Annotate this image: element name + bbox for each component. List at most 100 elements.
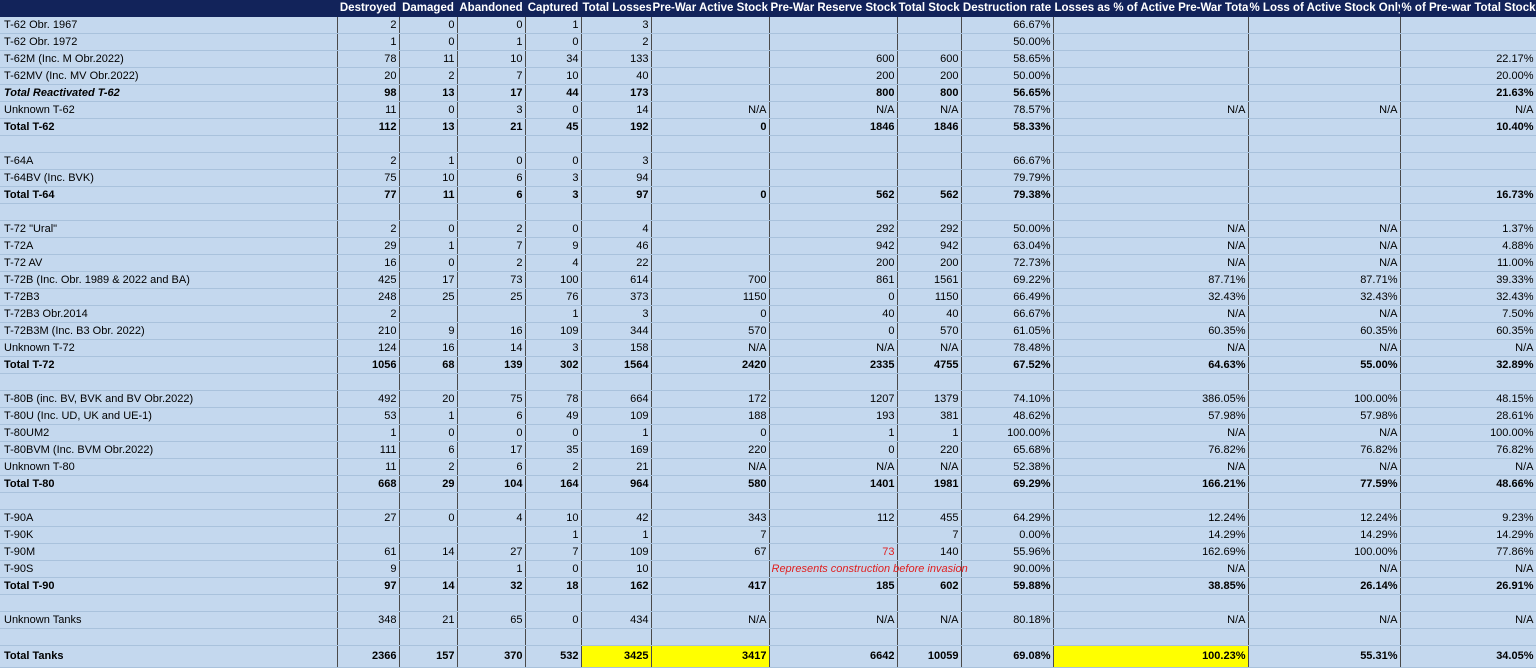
table-cell[interactable]: 4 [525,254,582,272]
table-cell[interactable]: 90.00% [961,560,1054,578]
table-cell[interactable]: N/A [769,339,898,357]
table-cell[interactable]: 386.05% [1053,390,1249,408]
table-cell[interactable]: 3 [525,169,582,187]
table-cell[interactable]: 1379 [897,390,962,408]
row-label-cell[interactable]: T-72 "Ural" [0,220,338,238]
table-cell[interactable] [651,169,770,187]
row-label-cell[interactable]: Unknown T-72 [0,339,338,357]
table-cell[interactable] [897,169,962,187]
table-cell[interactable]: 343 [651,509,770,527]
table-cell[interactable] [1053,373,1249,391]
row-label-cell[interactable]: T-90S [0,560,338,578]
row-label-cell[interactable]: T-90A [0,509,338,527]
row-label-cell[interactable] [0,628,338,646]
table-cell[interactable]: 7 [897,526,962,544]
table-cell[interactable]: 562 [897,186,962,204]
table-cell[interactable] [1400,594,1536,612]
table-cell[interactable] [897,492,962,510]
table-cell[interactable]: 0 [399,220,458,238]
table-cell[interactable]: 98 [337,84,400,102]
table-cell[interactable] [769,628,898,646]
table-cell[interactable]: 66.49% [961,288,1054,306]
table-cell[interactable]: 2 [337,220,400,238]
col-header-destruction-rate[interactable]: Destruction rate [961,0,1054,17]
table-cell[interactable]: 40 [581,67,652,85]
table-cell[interactable]: 27 [457,543,526,561]
table-cell[interactable] [457,305,526,323]
table-cell[interactable]: N/A [897,339,962,357]
table-cell[interactable] [961,492,1054,510]
table-cell[interactable]: 111 [337,441,400,459]
table-cell[interactable] [769,135,898,153]
table-cell[interactable]: 25 [457,288,526,306]
table-cell[interactable] [525,135,582,153]
table-cell[interactable]: 1564 [581,356,652,374]
table-cell[interactable]: 10 [525,509,582,527]
table-cell[interactable]: 158 [581,339,652,357]
table-cell[interactable]: 10 [525,67,582,85]
table-cell[interactable]: 964 [581,475,652,493]
table-cell[interactable] [897,594,962,612]
table-cell[interactable]: 75 [457,390,526,408]
table-cell[interactable] [961,135,1054,153]
table-cell[interactable]: N/A [651,339,770,357]
table-cell[interactable] [399,594,458,612]
table-cell[interactable]: 28.61% [1400,407,1536,425]
table-cell[interactable]: 42 [581,509,652,527]
table-cell[interactable]: 173 [581,84,652,102]
col-header-name[interactable] [0,0,338,17]
col-header-active-stock[interactable]: Pre-War Active Stock [651,0,770,17]
table-cell[interactable]: 97 [337,577,400,595]
table-cell[interactable]: 373 [581,288,652,306]
table-cell[interactable]: 2 [337,305,400,323]
table-cell[interactable]: 210 [337,322,400,340]
table-cell[interactable]: 13 [399,84,458,102]
table-cell[interactable]: 0 [399,254,458,272]
table-cell[interactable] [1053,33,1249,51]
table-cell[interactable] [457,628,526,646]
table-cell[interactable]: 193 [769,407,898,425]
table-cell[interactable]: N/A [1400,339,1536,357]
table-cell[interactable]: 73 [769,543,898,561]
table-cell[interactable]: 1 [769,424,898,442]
table-cell[interactable] [897,33,962,51]
table-cell[interactable]: N/A [1400,101,1536,119]
table-cell[interactable]: N/A [1053,560,1249,578]
table-cell[interactable]: 10 [581,560,652,578]
table-cell[interactable]: 112 [769,509,898,527]
table-cell[interactable] [1400,628,1536,646]
table-cell[interactable] [769,33,898,51]
table-cell[interactable]: 0 [651,424,770,442]
table-cell[interactable] [337,594,400,612]
table-cell[interactable]: 942 [769,237,898,255]
table-cell[interactable]: 21 [457,118,526,136]
table-cell[interactable]: N/A [1248,611,1401,629]
table-cell[interactable]: 65.68% [961,441,1054,459]
table-cell[interactable]: 64.29% [961,509,1054,527]
table-cell[interactable] [769,373,898,391]
table-cell[interactable] [581,373,652,391]
table-cell[interactable]: 10 [457,50,526,68]
col-header-losses-pct-active[interactable]: Losses as % of Active Pre-War Total [1053,0,1249,17]
table-cell[interactable]: 0 [525,152,582,170]
table-cell[interactable]: 0 [769,322,898,340]
col-header-total-stock[interactable]: Total Stock [897,0,962,17]
table-cell[interactable] [337,628,400,646]
table-cell[interactable]: 3 [581,16,652,34]
table-cell[interactable]: 53 [337,407,400,425]
table-cell[interactable]: 40 [769,305,898,323]
table-cell[interactable]: 1 [581,424,652,442]
table-cell[interactable]: 1561 [897,271,962,289]
table-cell[interactable]: 64.63% [1053,356,1249,374]
table-cell[interactable]: 74.10% [961,390,1054,408]
table-cell[interactable]: 26.14% [1248,577,1401,595]
table-cell[interactable]: 140 [897,543,962,561]
row-label-cell[interactable]: T-90K [0,526,338,544]
table-cell[interactable]: 0 [651,186,770,204]
table-cell[interactable]: 55.31% [1248,645,1401,668]
table-cell[interactable]: N/A [1248,254,1401,272]
table-cell[interactable] [1053,169,1249,187]
table-cell[interactable]: 7 [525,543,582,561]
table-cell[interactable]: 2 [337,16,400,34]
row-label-cell[interactable]: T-72B (Inc. Obr. 1989 & 2022 and BA) [0,271,338,289]
